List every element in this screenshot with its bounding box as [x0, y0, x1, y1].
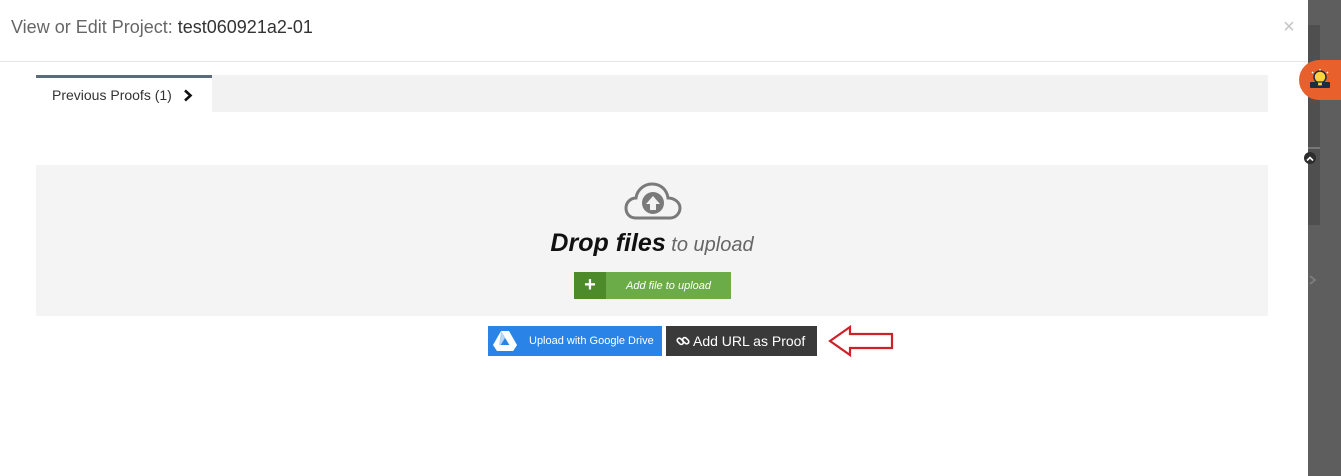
add-url-label: Add URL as Proof [693, 333, 806, 349]
tab-label: Previous Proofs (1) [52, 87, 172, 103]
drop-zone[interactable]: Drop files to upload + Add file to uploa… [36, 165, 1268, 316]
close-icon[interactable]: × [1280, 15, 1298, 39]
add-file-label: Add file to upload [625, 279, 711, 292]
drop-files-heading: Drop files to upload [36, 229, 1268, 258]
add-url-as-proof-button[interactable]: Add URL as Proof [666, 326, 817, 356]
cloud-upload-icon [624, 182, 682, 220]
google-drive-icon [488, 326, 522, 356]
edit-project-modal: View or Edit Project: test060921a2-01 × … [0, 0, 1308, 476]
plus-icon: + [574, 272, 606, 299]
lightbulb-icon [1310, 69, 1330, 88]
chevron-right-icon [1309, 275, 1317, 285]
project-name: test060921a2-01 [177, 17, 313, 37]
modal-header: View or Edit Project: test060921a2-01 × [0, 0, 1308, 62]
google-drive-label: Upload with Google Drive [529, 335, 654, 347]
modal-title: View or Edit Project: test060921a2-01 [11, 17, 313, 38]
tab-strip: Previous Proofs (1) [36, 75, 1268, 112]
modal-title-prefix: View or Edit Project: [11, 17, 178, 37]
google-drive-upload-button[interactable]: Upload with Google Drive [488, 326, 662, 356]
help-badge[interactable] [1299, 60, 1341, 100]
drop-heading-strong: Drop files [550, 229, 666, 257]
chevron-right-icon [183, 89, 193, 101]
background-panel [1308, 25, 1320, 225]
drop-heading-rest: to upload [665, 234, 754, 256]
tab-previous-proofs[interactable]: Previous Proofs (1) [36, 75, 212, 112]
add-file-button[interactable]: + Add file to upload [574, 272, 731, 299]
scroll-up-icon[interactable] [1304, 152, 1316, 164]
background-divider [1308, 147, 1320, 149]
arrow-left-icon [828, 324, 894, 358]
link-icon [676, 336, 690, 346]
